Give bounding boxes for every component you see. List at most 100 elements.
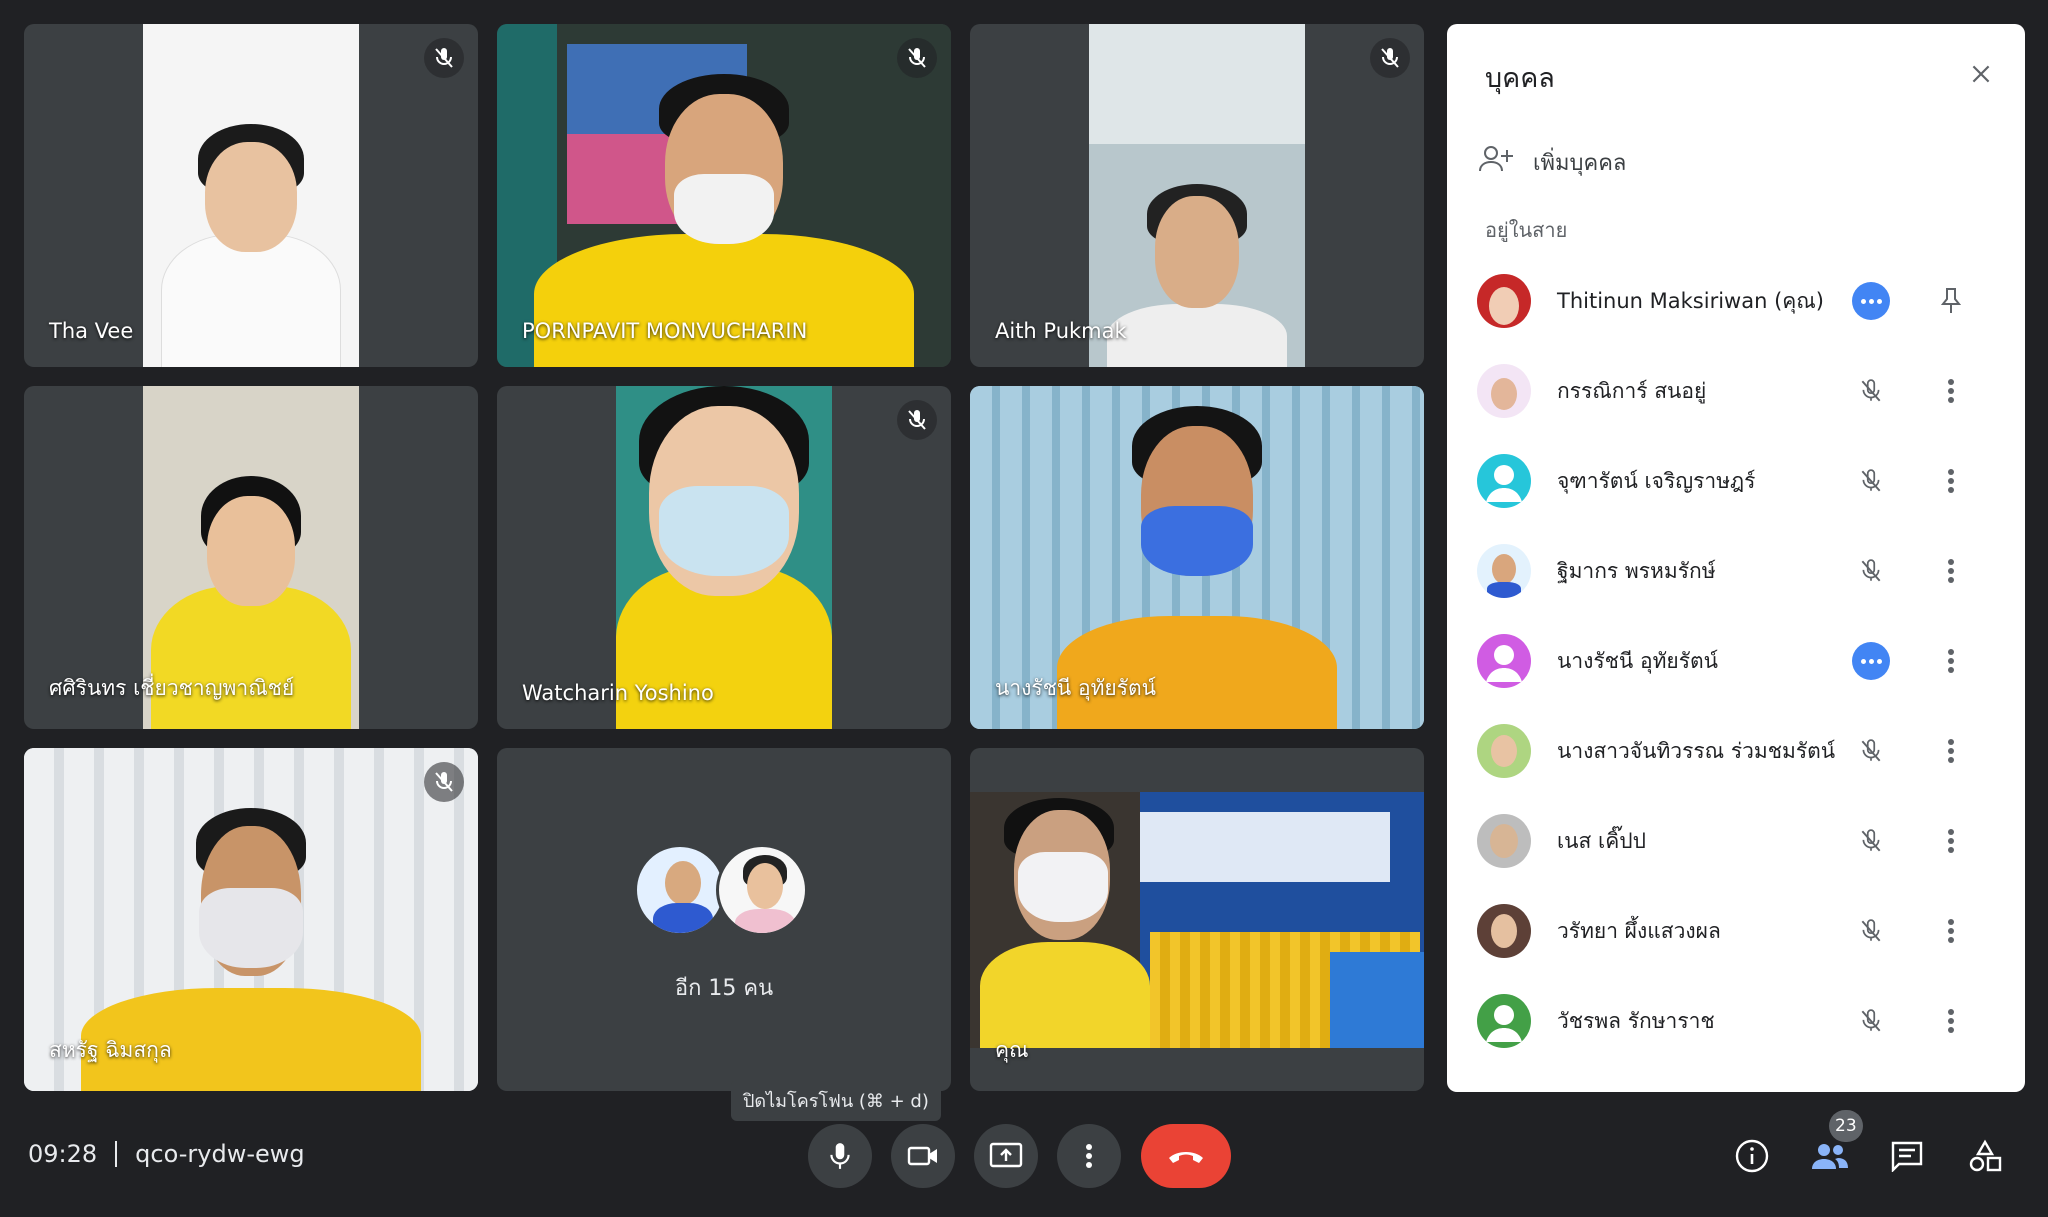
participant-name: Tha Vee [49, 319, 134, 343]
people-icon [1812, 1144, 1848, 1169]
mic-off-icon [1849, 729, 1893, 773]
participant-row[interactable]: วรัทยา ผึ้งแสวงผล [1447, 886, 2025, 976]
more-options-icon[interactable] [1929, 549, 1973, 593]
participant-name: ฐิมากร พรหมรักษ์ [1557, 558, 1716, 583]
participant-name: จุฑารัตน์ เจริญราษฎร์ [1557, 468, 1756, 493]
present-screen-button[interactable] [974, 1124, 1038, 1188]
participant-row[interactable]: ฐิมากร พรหมรักษ์ [1447, 526, 2025, 616]
mic-off-icon [1849, 459, 1893, 503]
pin-icon[interactable] [1929, 279, 1973, 323]
more-options-icon[interactable] [1929, 369, 1973, 413]
meeting-code: qco-rydw-ewg [135, 1140, 305, 1168]
participant-name: Aith Pukmak [995, 319, 1127, 343]
mic-off-icon [1849, 819, 1893, 863]
video-tile[interactable]: Tha Vee [24, 24, 478, 367]
video-tile[interactable]: นางรัชนี อุทัยรัตน์ [970, 386, 1424, 729]
add-people-button[interactable]: เพิ่มบุคคล [1479, 144, 1626, 180]
more-options-button[interactable] [1057, 1124, 1121, 1188]
add-person-icon [1479, 144, 1515, 180]
people-count-badge: 23 [1829, 1110, 1863, 1142]
video-feed [1089, 24, 1305, 367]
mic-off-icon [1849, 369, 1893, 413]
participant-row[interactable]: นางรัชนี อุทัยรัตน์ [1447, 616, 2025, 706]
participant-name: Watcharin Yoshino [522, 681, 714, 705]
avatar [1477, 544, 1531, 598]
panel-title: บุคคล [1485, 63, 1555, 94]
participant-name: คุณ [995, 1038, 1029, 1062]
speaking-icon [1849, 279, 1893, 323]
self-video-tile[interactable]: คุณ [970, 748, 1424, 1091]
microphone-button[interactable] [808, 1124, 872, 1188]
more-count-label: อีก 15 คน [674, 976, 774, 1001]
participant-row[interactable]: Thitinun Maksiriwan (คุณ) [1447, 256, 2025, 346]
video-tile[interactable]: สหรัฐ ฉิมสกุล [24, 748, 478, 1091]
speaking-icon [1849, 639, 1893, 683]
avatar [1477, 994, 1531, 1048]
more-options-icon[interactable] [1929, 819, 1973, 863]
microphone-icon [830, 1143, 850, 1169]
people-panel: บุคคล เพิ่มบุคคล อยู่ในสาย Thitinun Maks… [1447, 24, 2025, 1092]
muted-icon [897, 38, 937, 78]
participant-name: สหรัฐ ฉิมสกุล [49, 1038, 172, 1062]
muted-icon [897, 400, 937, 440]
participant-name: เนส เคิ๊ปป [1557, 828, 1646, 853]
avatar [1477, 904, 1531, 958]
activities-button[interactable] [1961, 1132, 2009, 1180]
participant-name: PORNPAVIT MONVUCHARIN [522, 319, 808, 343]
avatar-stack [634, 844, 814, 940]
participant-name: วัชรพล รักษาราช [1557, 1008, 1715, 1033]
avatar [1477, 634, 1531, 688]
info-icon [1735, 1139, 1769, 1173]
present-screen-icon [989, 1142, 1023, 1168]
more-options-icon[interactable] [1929, 729, 1973, 773]
avatar [634, 844, 726, 936]
divider [115, 1141, 118, 1167]
section-in-call: อยู่ในสาย [1485, 218, 1568, 242]
avatar [1477, 814, 1531, 868]
mic-off-icon [1849, 549, 1893, 593]
chat-button[interactable] [1883, 1132, 1931, 1180]
video-grid: Tha Vee PORNPAVIT MONVUCHARIN Aith Pukma… [24, 24, 1424, 1092]
mic-tooltip: ปิดไมโครโฟน (⌘ + d) [731, 1080, 941, 1121]
more-participants-tile[interactable]: อีก 15 คน [497, 748, 951, 1091]
participant-name: Thitinun Maksiriwan (คุณ) [1557, 288, 1824, 313]
avatar [1477, 454, 1531, 508]
participant-list: Thitinun Maksiriwan (คุณ) กรรณิการ์ สนอย… [1447, 256, 2025, 1066]
video-feed [143, 24, 359, 367]
more-options-icon[interactable] [1929, 999, 1973, 1043]
video-feed [497, 24, 951, 367]
more-options-icon[interactable] [1929, 459, 1973, 503]
video-tile[interactable]: PORNPAVIT MONVUCHARIN [497, 24, 951, 367]
participant-row[interactable]: เนส เคิ๊ปป [1447, 796, 2025, 886]
add-people-label: เพิ่มบุคคล [1533, 150, 1627, 176]
video-feed [970, 792, 1424, 1048]
more-vert-icon [1086, 1144, 1092, 1168]
participant-name: นางสาวจันทิวรรณ ร่วมชมรัตน์ [1557, 738, 1836, 763]
meeting-details-button[interactable] [1728, 1132, 1776, 1180]
participant-row[interactable]: นางสาวจันทิวรรณ ร่วมชมรัตน์ [1447, 706, 2025, 796]
more-options-icon[interactable] [1929, 639, 1973, 683]
muted-icon [424, 38, 464, 78]
video-tile[interactable]: Watcharin Yoshino [497, 386, 951, 729]
avatar [1477, 274, 1531, 328]
participant-name: ศศิรินทร เชี่ยวชาญพาณิชย์ [49, 676, 295, 700]
end-call-button[interactable] [1141, 1124, 1231, 1188]
activities-icon [1969, 1139, 2002, 1172]
avatar [1477, 364, 1531, 418]
participant-name: นางรัชนี อุทัยรัตน์ [995, 676, 1156, 700]
participant-name: กรรณิการ์ สนอยู่ [1557, 378, 1707, 403]
meeting-info: 09:28 qco-rydw-ewg [28, 1140, 305, 1168]
mic-off-icon [1849, 909, 1893, 953]
avatar [1477, 724, 1531, 778]
close-icon[interactable] [1961, 54, 2001, 94]
more-options-icon[interactable] [1929, 909, 1973, 953]
avatar [716, 844, 808, 936]
participant-row[interactable]: กรรณิการ์ สนอยู่ [1447, 346, 2025, 436]
camera-button[interactable] [891, 1124, 955, 1188]
video-tile[interactable]: Aith Pukmak [970, 24, 1424, 367]
clock: 09:28 [28, 1140, 98, 1168]
camera-icon [907, 1146, 937, 1166]
video-tile[interactable]: ศศิรินทร เชี่ยวชาญพาณิชย์ [24, 386, 478, 729]
participant-row[interactable]: วัชรพล รักษาราช [1447, 976, 2025, 1066]
participant-row[interactable]: จุฑารัตน์ เจริญราษฎร์ [1447, 436, 2025, 526]
